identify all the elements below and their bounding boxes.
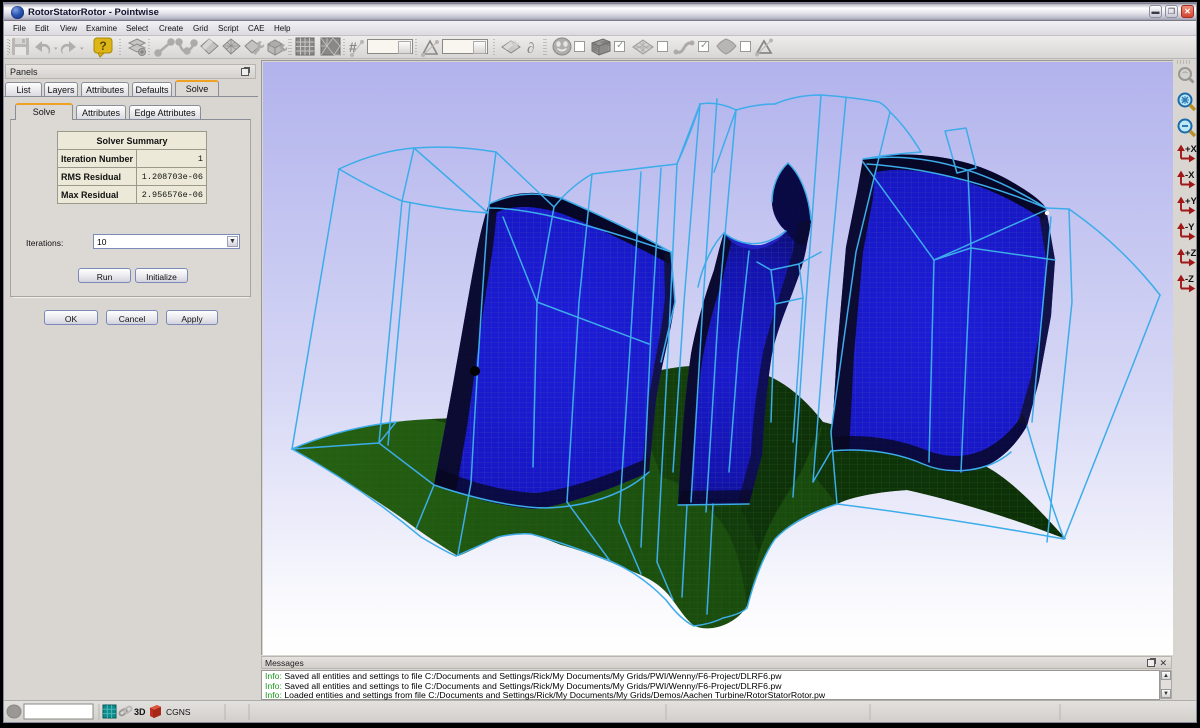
svg-text:3D: 3D <box>134 707 146 717</box>
svg-text:#: # <box>349 39 357 55</box>
svg-text:∂: ∂ <box>527 41 534 57</box>
svg-text:-Y: -Y <box>1185 222 1195 233</box>
svg-text:+Y: +Y <box>1185 196 1198 207</box>
svg-text:-X: -X <box>1185 170 1195 181</box>
svg-text:+Z: +Z <box>1185 248 1197 259</box>
svg-text:+X: +X <box>1185 144 1198 155</box>
svg-text:?: ? <box>99 39 106 53</box>
svg-text:CGNS: CGNS <box>166 707 191 717</box>
svg-text:-Z: -Z <box>1185 274 1194 285</box>
